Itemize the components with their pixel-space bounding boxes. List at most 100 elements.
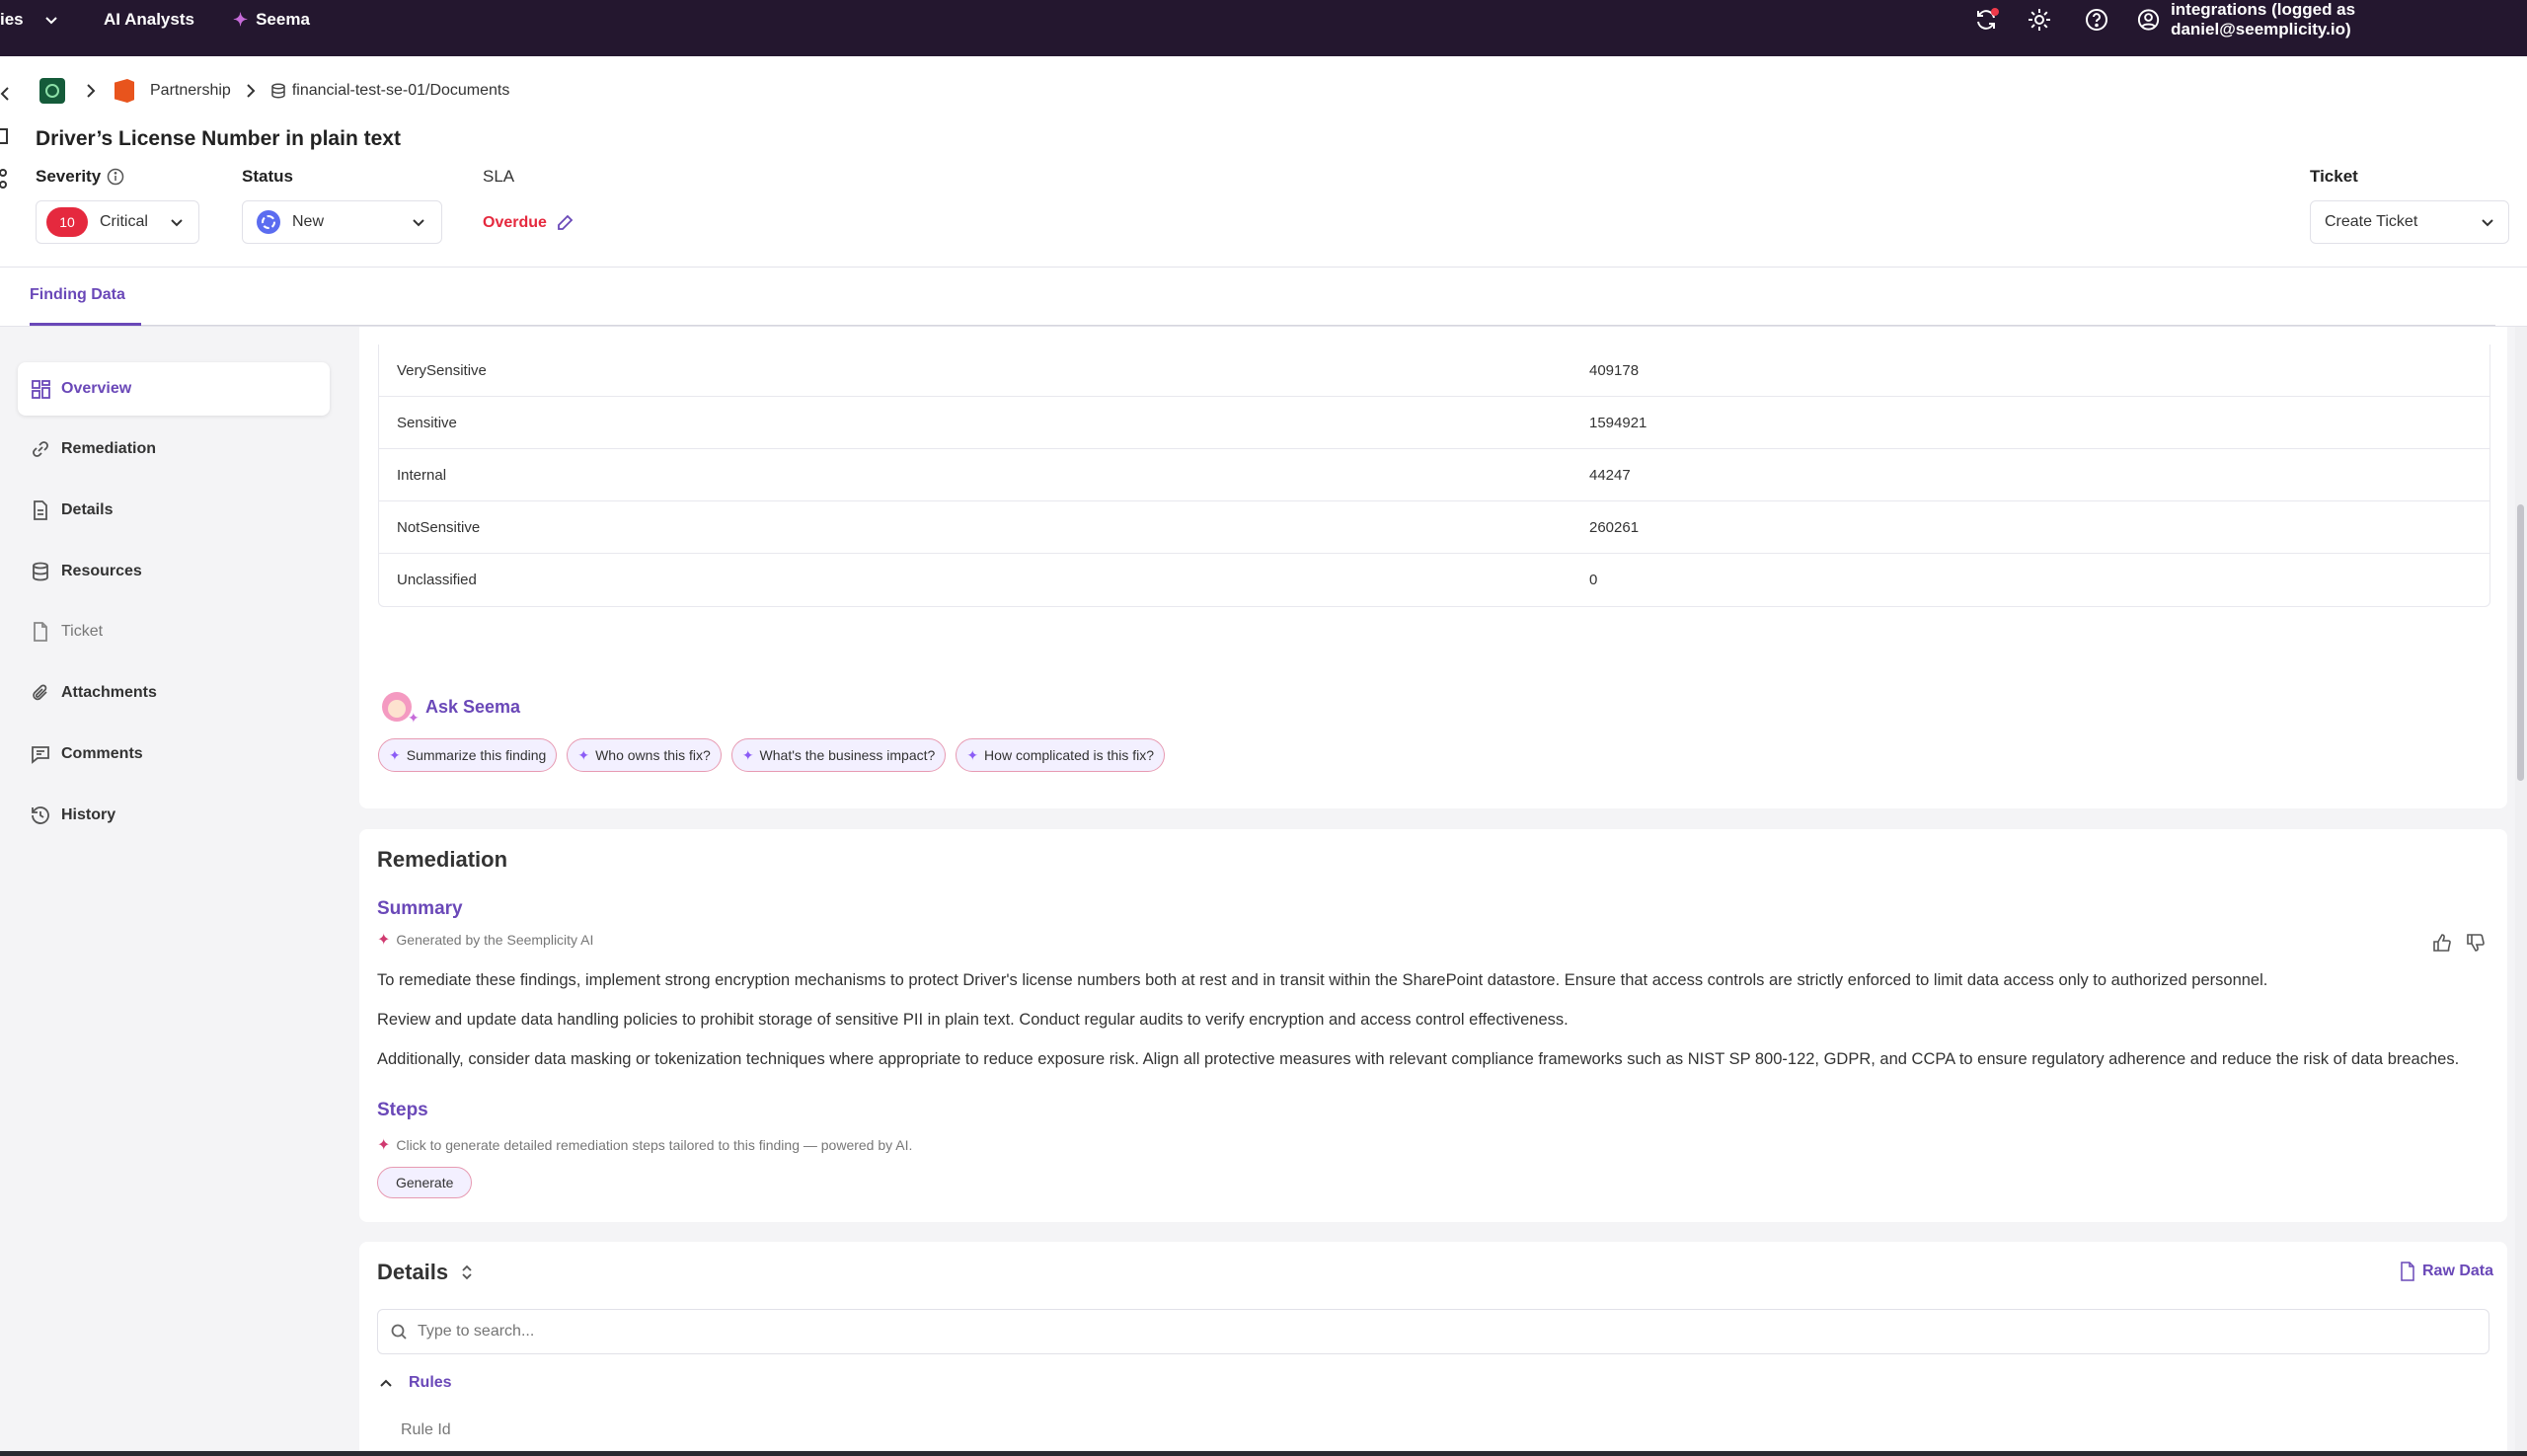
sparkle-icon: ✦ [233,9,249,30]
sidebar-item-ticket[interactable]: Ticket [18,605,330,658]
chip-label: Who owns this fix? [595,747,711,763]
summary-title: Summary [377,898,463,919]
generate-button-label: Generate [396,1175,454,1190]
nav-menu-partial[interactable]: ies [0,10,24,30]
gear-icon[interactable] [2027,7,2052,38]
ask-seema-title: Ask Seema [425,696,521,717]
breadcrumb-path[interactable]: financial-test-se-01/Documents [292,82,510,100]
suggestion-chip-impact[interactable]: ✦ What's the business impact? [730,738,947,772]
back-icon[interactable] [0,86,10,107]
scrollbar-track[interactable] [2515,327,2527,1452]
ask-seema-header: ✦ Ask Seema [378,688,520,726]
sidebar-item-remediation[interactable]: Remediation [18,422,330,476]
sidebar-item-comments[interactable]: Comments [18,728,330,781]
chevron-down-icon[interactable] [43,12,59,28]
status-label: Status [242,167,293,186]
share-icon[interactable] [0,167,10,195]
ticket-label: Ticket [2310,167,2358,186]
seema-avatar: ✦ [378,688,420,726]
table-cell-value: 1594921 [1589,414,1647,431]
sidebar-item-history[interactable]: History [18,789,330,842]
tab-divider [141,325,2495,326]
details-header: Details [377,1260,476,1285]
sparkle-icon: ✦ [389,746,401,763]
rule-id-label: Rule Id [401,1421,451,1438]
scrollbar-thumb[interactable] [2517,504,2524,781]
suggestion-chip-owner[interactable]: ✦ Who owns this fix? [567,738,722,772]
status-value: New [292,213,325,230]
user-circle-icon [2137,9,2160,31]
table-cell-value: 409178 [1589,361,1640,379]
overview-card: VerySensitive 409178 Sensitive 1594921 I… [359,327,2507,808]
summary-paragraph: To remediate these findings, implement s… [377,971,2268,989]
sidebar-item-label: History [61,806,116,823]
sidebar-item-details[interactable]: Details [18,484,330,537]
paperclip-icon [33,684,47,701]
sidebar-item-resources[interactable]: Resources [18,545,330,598]
sla-value: Overdue [483,214,547,231]
chip-label: Summarize this finding [406,747,547,763]
suggestion-chip-summarize[interactable]: ✦ Summarize this finding [378,738,558,772]
thumbs-up-icon[interactable] [2431,932,2453,958]
sparkle-icon: ✦ [577,746,590,763]
raw-data-label: Raw Data [2422,1263,2494,1279]
info-icon[interactable] [107,168,124,186]
office-logo-icon[interactable] [115,79,134,103]
sla-field[interactable]: Overdue [483,213,574,233]
nav-seema-label: Seema [256,10,310,29]
chevron-right-icon [247,84,256,98]
sidebar-item-label: Details [61,501,114,518]
chevron-up-icon [380,1379,392,1387]
json-file-icon [2401,1262,2414,1281]
top-navigation-bar: ies AI Analysts ✦ Seema integrations (lo… [0,0,2527,56]
status-select[interactable]: New [242,200,442,244]
nav-seema[interactable]: ✦ Seema [233,0,310,39]
breadcrumb-partnership[interactable]: Partnership [150,82,231,100]
summary-paragraph: Review and update data handling policies… [377,1011,1569,1029]
sparkle-icon: ✦ [377,932,391,949]
chip-label: What's the business impact? [759,747,936,763]
external-link-icon[interactable] [0,125,10,152]
steps-title: Steps [377,1100,428,1120]
details-title: Details [377,1260,449,1284]
history-icon [32,806,49,824]
nav-ai-analysts[interactable]: AI Analysts [104,0,194,39]
table-cell-name: Unclassified [397,572,477,588]
tab-finding-data[interactable]: Finding Data [30,268,141,326]
sidebar-item-attachments[interactable]: Attachments [18,666,330,720]
table-row: Unclassified 0 [379,554,2489,606]
details-search[interactable] [377,1309,2489,1354]
sparkle-icon: ✦ [377,1137,391,1154]
link-icon [33,441,48,457]
search-icon [391,1324,407,1340]
user-menu[interactable]: integrations (logged as daniel@seemplici… [2136,0,2527,39]
chevron-right-icon [87,84,96,98]
sidebar-item-label: Comments [61,745,143,762]
generate-button[interactable]: Generate [377,1167,473,1198]
ticket-select[interactable]: Create Ticket [2310,200,2509,244]
severity-select[interactable]: 10 Critical [36,200,199,244]
severity-score-badge: 10 [46,207,88,237]
search-input[interactable] [418,1323,2392,1341]
edit-icon[interactable] [555,213,574,233]
notification-dot [1991,8,1999,16]
sync-icon[interactable] [1972,6,2000,38]
sort-icon[interactable] [458,1264,476,1281]
thumbs-down-icon[interactable] [2465,932,2487,958]
page-title: Driver’s License Number in plain text [36,127,401,150]
help-icon[interactable] [2084,7,2109,38]
rules-section-toggle[interactable]: Rules [377,1374,452,1392]
app-logo-icon[interactable] [39,78,65,104]
seema-suggestions: ✦ Summarize this finding ✦ Who owns this… [378,738,1165,772]
table-row: Sensitive 1594921 [379,397,2489,449]
ticket-icon [34,622,47,642]
table-cell-name: NotSensitive [397,518,481,536]
remediation-card: Remediation Summary ✦ Generated by the S… [359,829,2507,1222]
breadcrumb: Partnership financial-test-se-01/Documen… [39,78,509,104]
sidebar-item-overview[interactable]: Overview [18,362,330,416]
table-row: NotSensitive 260261 [379,501,2489,554]
steps-ai-note: ✦ Click to generate detailed remediation… [377,1135,912,1155]
suggestion-chip-complexity[interactable]: ✦ How complicated is this fix? [956,738,1165,772]
table-row: Internal 44247 [379,449,2489,501]
raw-data-link[interactable]: Raw Data [2399,1262,2493,1281]
